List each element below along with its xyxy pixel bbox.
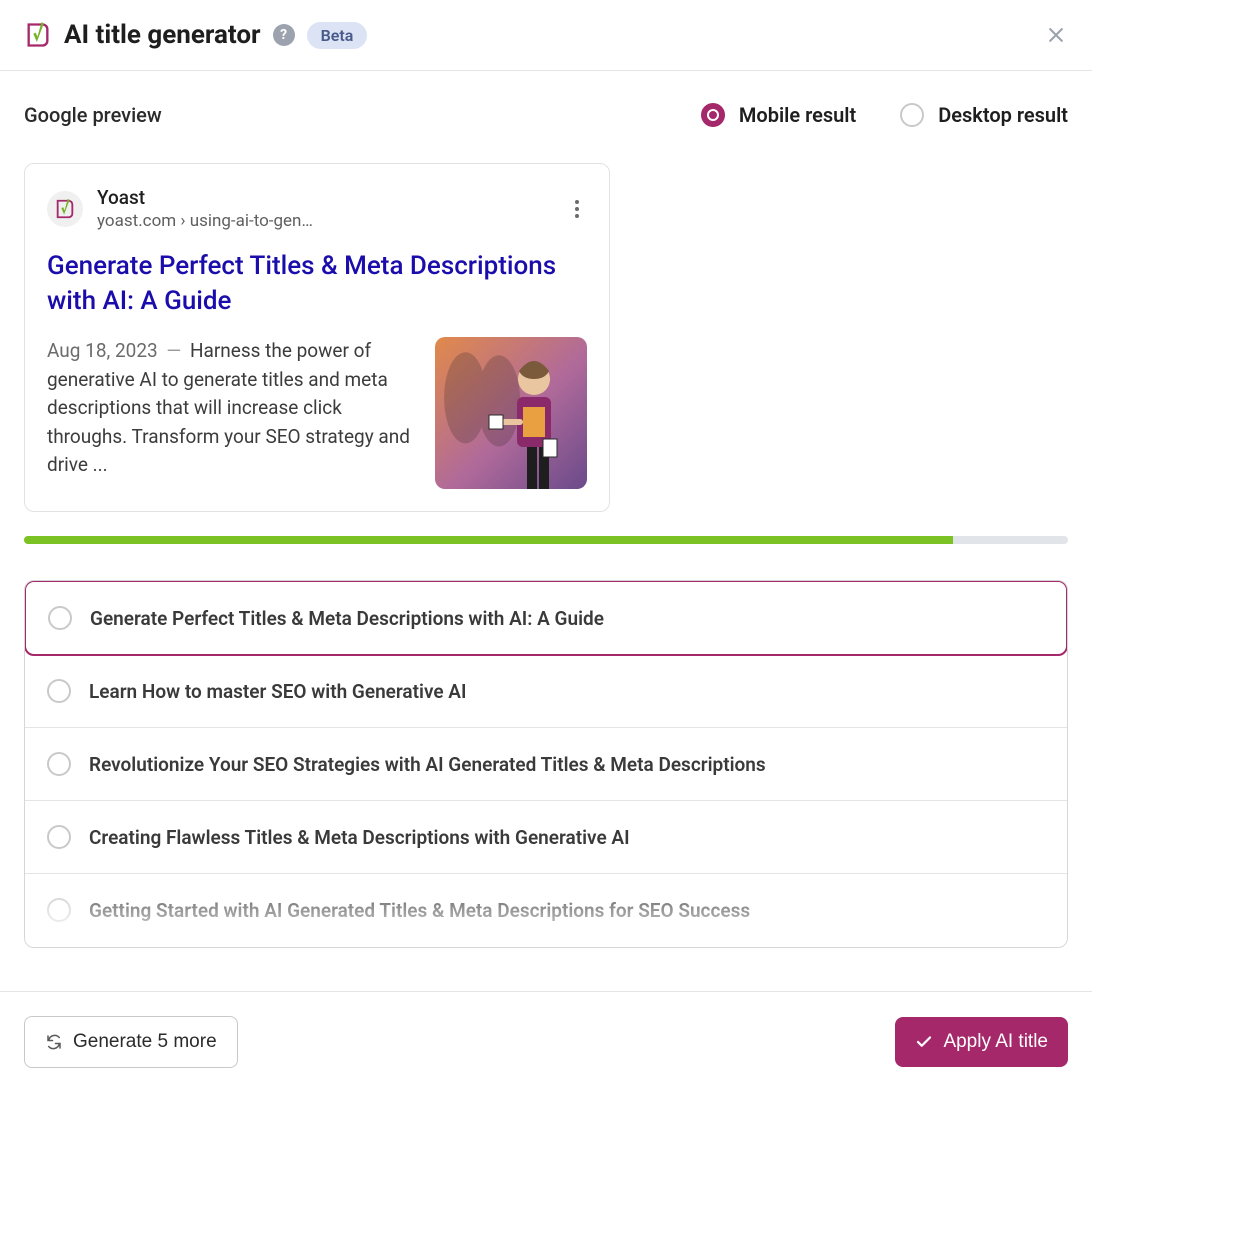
generate-more-label: Generate 5 more (73, 1031, 217, 1053)
title-option[interactable]: Generate Perfect Titles & Meta Descripti… (24, 580, 1068, 656)
refresh-icon (45, 1033, 63, 1051)
serp-site-info: Yoast yoast.com › using-ai-to-gen… (97, 186, 313, 231)
title-option-text: Creating Flawless Titles & Meta Descript… (89, 826, 630, 849)
generate-more-button[interactable]: Generate 5 more (24, 1016, 238, 1068)
ai-title-generator-modal: AI title generator ? Beta Google preview… (0, 0, 1092, 1092)
modal-body: Google preview Mobile result Desktop res… (0, 71, 1092, 971)
title-option-text: Revolutionize Your SEO Strategies with A… (89, 753, 766, 776)
modal-title: AI title generator (64, 20, 261, 50)
serp-description: Aug 18, 2023 — Harness the power of gene… (47, 337, 417, 489)
google-serp-preview-card: Yoast yoast.com › using-ai-to-gen… Gener… (24, 163, 610, 512)
title-option-text: Getting Started with AI Generated Titles… (89, 899, 750, 922)
mobile-result-label: Mobile result (739, 103, 856, 127)
ai-title-suggestions-list: Generate Perfect Titles & Meta Descripti… (24, 580, 1068, 948)
serp-body: Aug 18, 2023 — Harness the power of gene… (47, 337, 587, 489)
check-icon (915, 1033, 933, 1051)
site-favicon-icon (47, 191, 83, 227)
radio-selected-icon (48, 606, 72, 630)
serp-site-url: yoast.com › using-ai-to-gen… (97, 211, 313, 231)
serp-dash: — (166, 339, 181, 362)
radio-unselected-icon (47, 679, 71, 703)
radio-selected-icon (701, 103, 725, 127)
radio-unselected-icon (47, 898, 71, 922)
apply-ai-title-button[interactable]: Apply AI title (895, 1017, 1068, 1067)
title-option-text: Learn How to master SEO with Generative … (89, 680, 466, 703)
desktop-result-label: Desktop result (938, 103, 1068, 127)
yoast-logo-icon (24, 21, 52, 49)
modal-footer: Generate 5 more Apply AI title (0, 991, 1092, 1092)
title-option[interactable]: Learn How to master SEO with Generative … (25, 655, 1067, 728)
serp-site-name: Yoast (97, 186, 313, 209)
radio-unselected-icon (900, 103, 924, 127)
modal-header: AI title generator ? Beta (0, 0, 1092, 71)
result-view-toggle: Mobile result Desktop result (701, 103, 1068, 127)
title-option[interactable]: Creating Flawless Titles & Meta Descript… (25, 801, 1067, 874)
title-option[interactable]: Revolutionize Your SEO Strategies with A… (25, 728, 1067, 801)
serp-title: Generate Perfect Titles & Meta Descripti… (47, 249, 587, 319)
serp-header: Yoast yoast.com › using-ai-to-gen… (47, 186, 587, 231)
preview-controls: Google preview Mobile result Desktop res… (24, 103, 1068, 127)
help-icon[interactable]: ? (273, 24, 295, 46)
title-option[interactable]: Getting Started with AI Generated Titles… (25, 874, 1067, 947)
apply-ai-title-label: Apply AI title (943, 1031, 1048, 1053)
beta-badge: Beta (307, 22, 368, 49)
google-preview-label: Google preview (24, 103, 162, 127)
desktop-result-option[interactable]: Desktop result (900, 103, 1068, 127)
radio-unselected-icon (47, 752, 71, 776)
title-option-text: Generate Perfect Titles & Meta Descripti… (90, 607, 604, 630)
radio-unselected-icon (47, 825, 71, 849)
kebab-menu-icon[interactable] (567, 200, 587, 218)
mobile-result-option[interactable]: Mobile result (701, 103, 856, 127)
serp-thumbnail-image (435, 337, 587, 489)
close-icon[interactable] (1044, 23, 1068, 47)
title-length-progress-bar (24, 536, 1068, 544)
serp-date: Aug 18, 2023 (47, 339, 158, 362)
progress-fill (24, 536, 953, 544)
